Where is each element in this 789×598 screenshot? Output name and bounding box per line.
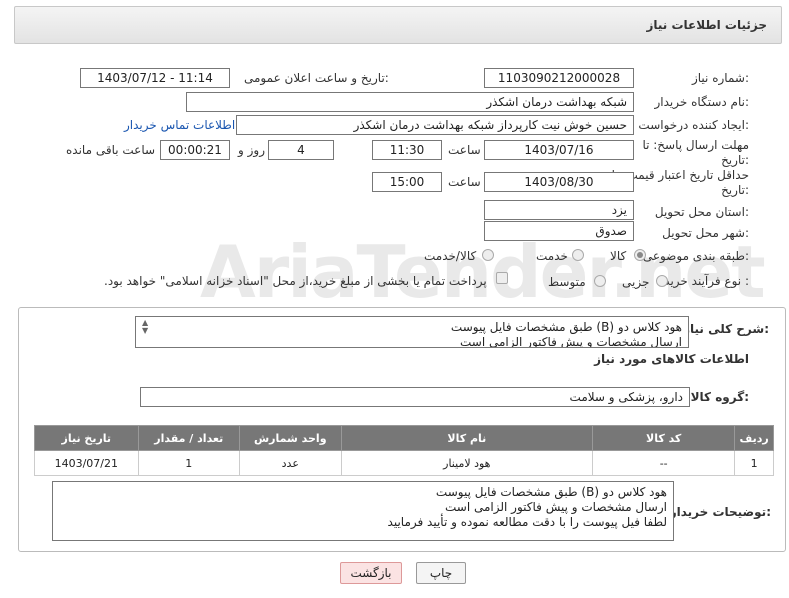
summary-textarea[interactable]: هود کلاس دو (B) طبق مشخصات فایل پیوست ار…: [135, 316, 689, 348]
deadline-label: مهلت ارسال پاسخ: تا: [642, 138, 749, 152]
province-label: استان محل تحویل:: [654, 205, 749, 219]
validity-date-field[interactable]: 1403/08/30: [484, 172, 634, 192]
announce-field[interactable]: 1403/07/12 - 11:14: [80, 68, 230, 88]
summary-line-1: هود کلاس دو (B) طبق مشخصات فایل پیوست: [450, 320, 682, 334]
cell-quantity: 1: [137, 450, 241, 476]
category-radio-service[interactable]: [572, 249, 584, 261]
cell-unit: عدد: [239, 450, 342, 476]
col-header-goods-code: کد کالا: [592, 425, 736, 451]
process-option-minor: جزیی: [622, 275, 650, 289]
summary-line-2: ارسال مشخصات و پیش فاکتور الزامی است: [459, 335, 682, 348]
need-number-field[interactable]: 1103090212000028: [484, 68, 634, 88]
buyer-org-label: نام دستگاه خریدار:: [654, 95, 750, 109]
need-number-label: شماره نیاز:: [691, 71, 749, 85]
category-radio-goods-service[interactable]: [482, 249, 494, 261]
deadline-label-date: تاریخ:: [721, 153, 749, 167]
deadline-time-label: ساعت: [448, 143, 481, 157]
validity-label-date: تاریخ:: [721, 183, 749, 197]
process-radio-minor[interactable]: [656, 275, 668, 287]
col-header-goods-name: نام کالا: [340, 425, 594, 451]
cell-need-date: 1403/07/21: [34, 450, 139, 476]
validity-time-label: ساعت: [448, 175, 481, 189]
cell-row-number: 1: [734, 450, 774, 476]
announce-label: تاریخ و ساعت اعلان عمومی:: [244, 71, 389, 85]
category-option-service: خدمت: [536, 249, 568, 263]
process-label: نوع فرآیند خرید :: [664, 274, 749, 288]
process-option-medium: متوسط: [548, 275, 586, 289]
buyer-notes-textarea[interactable]: هود کلاس دو (B) طبق مشخصات فایل پیوست ار…: [52, 481, 674, 541]
back-button[interactable]: بازگشت: [340, 562, 402, 584]
remaining-time-field[interactable]: 00:00:21: [160, 140, 230, 160]
process-radio-medium[interactable]: [594, 275, 606, 287]
buyer-notes-label: توضیحات خریدار:: [669, 505, 771, 519]
category-label: طبقه بندی موضوعی:: [642, 249, 749, 263]
print-button[interactable]: چاپ: [416, 562, 466, 584]
deadline-time-field[interactable]: 11:30: [372, 140, 442, 160]
contact-info-link[interactable]: اطلاعات تماس خریدار: [124, 118, 235, 132]
days-label: روز و: [238, 143, 265, 157]
city-field[interactable]: صدوق: [484, 221, 634, 241]
process-note: پرداخت تمام یا بخشی از مبلغ خرید،از محل …: [104, 274, 487, 288]
page-header: جزئیات اطلاعات نیاز: [14, 6, 782, 44]
scroll-down-icon[interactable]: ▼: [142, 326, 148, 335]
goods-table: ردیف کد کالا نام کالا واحد شمارش تعداد /…: [34, 425, 774, 476]
table-header-row: ردیف کد کالا نام کالا واحد شمارش تعداد /…: [34, 425, 774, 451]
buyer-notes-line-1: هود کلاس دو (B) طبق مشخصات فایل پیوست: [435, 485, 667, 499]
col-header-unit: واحد شمارش: [239, 425, 342, 451]
category-option-goods: کالا: [610, 249, 627, 263]
requester-label: ایجاد کننده درخواست:: [638, 118, 749, 132]
page-title: جزئیات اطلاعات نیاز: [646, 18, 767, 32]
category-option-goods-service: کالا/خدمت: [424, 249, 477, 263]
validity-time-field[interactable]: 15:00: [372, 172, 442, 192]
buyer-notes-line-3: لطفا فیل پیوست را با دقت مطالعه نموده و …: [387, 515, 667, 529]
summary-label: شرح کلی نیاز:: [683, 322, 769, 336]
remaining-label: ساعت باقی مانده: [66, 143, 156, 157]
cell-goods-code: --: [592, 450, 736, 476]
table-row[interactable]: 1 -- هود لامینار عدد 1 1403/07/21: [34, 450, 774, 476]
deadline-date-field[interactable]: 1403/07/16: [484, 140, 634, 160]
col-header-quantity: تعداد / مقدار: [137, 425, 241, 451]
goods-group-field[interactable]: دارو، پزشکی و سلامت: [140, 387, 690, 407]
days-field[interactable]: 4: [268, 140, 334, 160]
province-field[interactable]: یزد: [484, 200, 634, 220]
goods-info-title: اطلاعات کالاهای مورد نیاز: [594, 352, 749, 366]
col-header-row-number: ردیف: [734, 425, 774, 451]
cell-goods-name: هود لامینار: [340, 450, 594, 476]
buyer-org-field[interactable]: شبکه بهداشت درمان اشکذر: [186, 92, 634, 112]
city-label: شهر محل تحویل:: [662, 226, 749, 240]
treasury-checkbox[interactable]: [496, 272, 508, 284]
buyer-notes-line-2: ارسال مشخصات و پیش فاکتور الزامی است: [444, 500, 667, 514]
goods-group-label: گروه کالا:: [690, 390, 749, 404]
category-radio-goods[interactable]: [634, 249, 646, 261]
col-header-need-date: تاریخ نیاز: [34, 425, 139, 451]
requester-field[interactable]: حسین خوش نیت کارپرداز شبکه بهداشت درمان …: [236, 115, 634, 135]
